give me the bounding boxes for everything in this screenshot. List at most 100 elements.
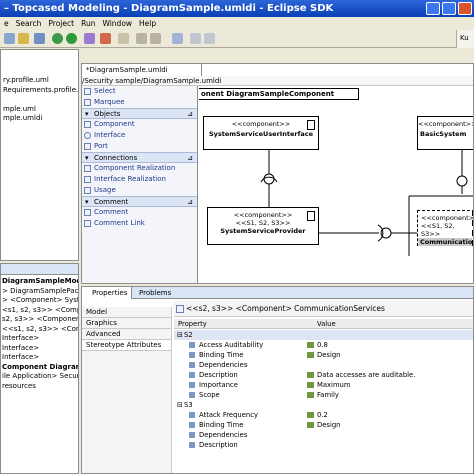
- outline-item[interactable]: <<s1, s2, s3>> <Compone: [2, 325, 78, 335]
- tab-problems[interactable]: Problems: [136, 287, 174, 299]
- collapse-icon[interactable]: ⊟: [177, 330, 183, 340]
- palette-select[interactable]: Select: [82, 86, 197, 97]
- table-row[interactable]: Description: [174, 440, 473, 450]
- menu-edit[interactable]: e: [4, 17, 9, 30]
- open-type-icon[interactable]: [100, 33, 111, 44]
- outline-item[interactable]: resources: [2, 382, 78, 392]
- component-stereotype: <<component>>: [231, 120, 291, 128]
- tree-item[interactable]: mple.uml: [3, 105, 78, 115]
- property-value[interactable]: 0.8: [317, 340, 328, 350]
- menu-help[interactable]: Help: [139, 17, 156, 30]
- outline-item[interactable]: Interface>: [2, 344, 78, 354]
- palette-usage[interactable]: Usage: [82, 185, 197, 196]
- table-row[interactable]: Description Data accesses are auditable.: [174, 370, 473, 380]
- menu-run[interactable]: Run: [81, 17, 95, 30]
- perspective-switcher[interactable]: Ku: [456, 30, 474, 48]
- attribute-icon: [189, 432, 195, 438]
- column-header-value[interactable]: Value: [317, 319, 336, 329]
- table-row[interactable]: ⊟ S3: [174, 400, 473, 410]
- new-class-icon[interactable]: [84, 33, 95, 44]
- palette-interface-realization[interactable]: Interface Realization: [82, 174, 197, 185]
- palette-port[interactable]: Port: [82, 141, 197, 152]
- run-icon[interactable]: [66, 33, 77, 44]
- outline-item[interactable]: Interface>: [2, 334, 78, 344]
- outline-item[interactable]: s2, s3>> <Component> B: [2, 315, 78, 325]
- property-value[interactable]: Maximum: [317, 380, 351, 390]
- minimize-button[interactable]: [426, 2, 440, 15]
- property-value[interactable]: Design: [317, 420, 340, 430]
- property-value[interactable]: Data accesses are auditable.: [317, 370, 415, 380]
- table-row[interactable]: Importance Maximum: [174, 380, 473, 390]
- tree-item[interactable]: [3, 95, 78, 105]
- close-button[interactable]: [458, 2, 472, 15]
- outline-item[interactable]: > <Component> SystemSe: [2, 296, 78, 306]
- outline-view: DiagramSampleModel > DiagramSamplePac > …: [0, 263, 79, 474]
- palette-marquee[interactable]: Marquee: [82, 97, 197, 108]
- table-row[interactable]: ⊟ S2: [174, 330, 473, 340]
- table-row[interactable]: Binding Time Design: [174, 420, 473, 430]
- collapse-icon[interactable]: ⊟: [177, 400, 183, 410]
- column-header-property[interactable]: Property: [178, 319, 207, 329]
- attribute-icon: [189, 382, 195, 388]
- component-name: SystemServiceUserInterface: [208, 130, 314, 138]
- forward-icon[interactable]: [150, 33, 161, 44]
- table-row[interactable]: Access Auditability 0.8: [174, 340, 473, 350]
- component-stereotype: <<component>> <<S1, S2, S3>>: [233, 211, 293, 227]
- menu-search[interactable]: Search: [16, 17, 42, 30]
- tree-item[interactable]: ry.profile.uml: [3, 76, 78, 86]
- palette-drawer-comment[interactable]: Comment⊿: [82, 196, 197, 208]
- outline-tab-bar[interactable]: [1, 264, 78, 275]
- usage-icon: [84, 187, 91, 194]
- component-system-service-provider[interactable]: <<component>> <<S1, S2, S3>> SystemServi…: [207, 207, 319, 245]
- debug-icon[interactable]: [52, 33, 63, 44]
- align-left-icon[interactable]: [190, 33, 201, 44]
- section-advanced[interactable]: Advanced: [82, 329, 171, 340]
- palette-component-realization[interactable]: Component Realization: [82, 163, 197, 174]
- component-communication-services[interactable]: <<component>> <<S1, S2, S3>> Communicati…: [417, 210, 473, 246]
- property-name: Dependencies: [199, 431, 248, 439]
- property-value[interactable]: Design: [317, 350, 340, 360]
- palette-comment-link[interactable]: Comment Link: [82, 218, 197, 229]
- component-system-service-ui[interactable]: <<component>> SystemServiceUserInterface: [203, 116, 319, 150]
- menu-project[interactable]: Project: [48, 17, 74, 30]
- tree-item[interactable]: Requirements.profile.uml: [3, 86, 78, 96]
- editor-tab[interactable]: *DiagramSample.umldi: [82, 64, 202, 76]
- outline-item[interactable]: Interface>: [2, 353, 78, 363]
- menu-window[interactable]: Window: [102, 17, 132, 30]
- back-icon[interactable]: [136, 33, 147, 44]
- component-basic-system[interactable]: <<component>> BasicSystem: [417, 116, 473, 150]
- section-graphics[interactable]: Graphics: [82, 318, 171, 329]
- interface-lollipop[interactable]: [263, 173, 275, 185]
- outline-item[interactable]: DiagramSampleModel: [2, 277, 78, 287]
- table-row[interactable]: Dependencies: [174, 430, 473, 440]
- outline-item[interactable]: > DiagramSamplePac: [2, 287, 78, 297]
- table-row[interactable]: Binding Time Design: [174, 350, 473, 360]
- zoom-icon[interactable]: [172, 33, 183, 44]
- palette-drawer-objects[interactable]: Objects⊿: [82, 108, 197, 120]
- palette-interface[interactable]: Interface: [82, 130, 197, 141]
- align-center-icon[interactable]: [204, 33, 215, 44]
- tree-item[interactable]: mple.umldi: [3, 114, 78, 124]
- outline-item[interactable]: ile Application> Securi: [2, 372, 78, 382]
- section-model[interactable]: Model: [82, 307, 171, 318]
- property-name: Access Auditability: [199, 341, 264, 349]
- table-row[interactable]: Scope Family: [174, 390, 473, 400]
- new-icon[interactable]: [4, 33, 15, 44]
- palette-drawer-connections[interactable]: Connections⊿: [82, 152, 197, 164]
- interface-lollipop[interactable]: [456, 175, 468, 187]
- outline-item[interactable]: <s1, s2, s3>> <Compon: [2, 306, 78, 316]
- search-icon[interactable]: [118, 33, 129, 44]
- table-row[interactable]: Dependencies: [174, 360, 473, 370]
- outline-item[interactable]: Component Diagram Dr: [2, 363, 78, 373]
- tab-properties[interactable]: Properties: [82, 287, 133, 299]
- table-row[interactable]: Attack Frequency 0.2: [174, 410, 473, 420]
- property-value[interactable]: 0.2: [317, 410, 328, 420]
- save-icon[interactable]: [18, 33, 29, 44]
- palette-comment[interactable]: Comment: [82, 207, 197, 218]
- diagram-canvas[interactable]: onent DiagramSampleComponent <<component…: [199, 86, 473, 283]
- print-icon[interactable]: [34, 33, 45, 44]
- palette-component[interactable]: Component: [82, 119, 197, 130]
- maximize-button[interactable]: [442, 2, 456, 15]
- property-value[interactable]: Family: [317, 390, 339, 400]
- section-stereotype-attributes[interactable]: Stereotype Attributes: [82, 340, 171, 351]
